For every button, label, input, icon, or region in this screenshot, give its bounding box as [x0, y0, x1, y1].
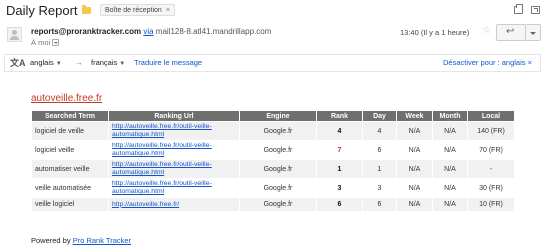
day-value: 6 [362, 140, 397, 160]
week-value: N/A [396, 140, 433, 160]
target-language-label: français [91, 58, 118, 67]
details-dropdown-icon[interactable] [52, 39, 60, 46]
day-value: 4 [362, 121, 397, 141]
target-language-select[interactable]: français ▼ [91, 58, 125, 67]
table-header-row: Searched Term Ranking Url Engine Rank Da… [31, 110, 515, 122]
recipient-line: À moi [31, 38, 60, 47]
ranking-url-link[interactable]: http://autoveille.free.fr/outil-veille-a… [112, 142, 236, 158]
inbox-label-chip[interactable]: Boîte de réception × [100, 4, 175, 16]
ranking-url-link[interactable]: http://autoveille.free.fr/outil-veille-a… [112, 123, 236, 139]
local-value: 10 (FR) [467, 197, 515, 212]
ranking-url-link[interactable]: http://autoveille.free.fr/outil-veille-a… [112, 180, 236, 196]
month-value: N/A [432, 159, 468, 179]
open-in-new-window-icon[interactable] [531, 6, 540, 14]
engine: Google.fr [239, 121, 317, 141]
month-value: N/A [432, 140, 468, 160]
rank-value: 3 [316, 178, 363, 198]
month-value: N/A [432, 121, 468, 141]
engine: Google.fr [239, 197, 317, 212]
message-header: Daily Report Boîte de réception × [0, 0, 545, 22]
translate-message-link[interactable]: Traduire le message [134, 58, 202, 67]
column-header: Searched Term [31, 110, 109, 122]
rank-value: 6 [316, 197, 363, 212]
week-value: N/A [396, 197, 433, 212]
searched-term: veille logiciel [31, 197, 109, 212]
column-header: Month [432, 110, 468, 122]
rank-value: 1 [316, 159, 363, 179]
week-value: N/A [396, 178, 433, 198]
rank-value: 4 [316, 121, 363, 141]
searched-term: veille automatisée [31, 178, 109, 198]
ranking-url-link[interactable]: http://autoveille.free.fr/outil-veille-a… [112, 161, 236, 177]
ranking-table: Searched Term Ranking Url Engine Rank Da… [31, 110, 515, 212]
message-timestamp: 13:40 (Il y a 1 heure) [400, 28, 470, 37]
local-value: 140 (FR) [467, 121, 515, 141]
source-language-select[interactable]: anglais ▼ [30, 58, 62, 67]
via-link[interactable]: via [143, 27, 153, 36]
ranking-url-link[interactable]: http://autoveille.free.fr/ [112, 201, 236, 209]
recipient-text: À moi [31, 38, 51, 47]
more-actions-button[interactable] [526, 24, 541, 41]
month-value: N/A [432, 197, 468, 212]
engine: Google.fr [239, 178, 317, 198]
ranking-url-cell: http://autoveille.free.fr/outil-veille-a… [108, 178, 240, 198]
column-header: Day [362, 110, 397, 122]
sender-email[interactable]: reports@proranktracker.com [31, 27, 141, 36]
engine: Google.fr [239, 140, 317, 160]
print-icon[interactable] [514, 4, 523, 14]
importance-folder-icon[interactable] [82, 5, 91, 14]
day-value: 6 [362, 197, 397, 212]
month-value: N/A [432, 178, 468, 198]
translate-bar: 文A anglais ▼ → français ▼ Traduire le mess… [4, 54, 541, 72]
local-value: 70 (FR) [467, 140, 515, 160]
column-header: Ranking Url [108, 110, 240, 122]
source-language-label: anglais [30, 58, 54, 67]
week-value: N/A [396, 121, 433, 141]
table-row: veille automatisée http://autoveille.fre… [31, 178, 515, 198]
sender-avatar [7, 27, 22, 42]
site-link[interactable]: autoveille.free.fr [31, 93, 102, 104]
rank-value: 7 [316, 140, 363, 160]
table-row: logiciel de veille http://autoveille.fre… [31, 121, 515, 141]
reply-icon: ↩ [506, 26, 515, 37]
relay-domain: mail128-8.atl41.mandrillapp.com [155, 27, 272, 36]
searched-term: automatiser veille [31, 159, 109, 179]
chevron-down-icon: ▼ [119, 61, 126, 67]
table-row: automatiser veille http://autoveille.fre… [31, 159, 515, 179]
powered-by-footer: Powered by Pro Rank Tracker [31, 236, 131, 245]
day-value: 1 [362, 159, 397, 179]
translate-icon: 文A [10, 58, 26, 68]
pro-rank-tracker-link[interactable]: Pro Rank Tracker [73, 236, 131, 245]
message-subject: Daily Report [6, 3, 78, 18]
sender-line: reports@proranktracker.com via mail128-8… [31, 27, 271, 36]
table-row: logiciel veille http://autoveille.free.f… [31, 140, 515, 160]
local-value: 30 (FR) [467, 178, 515, 198]
reply-button[interactable]: ↩ [496, 24, 526, 41]
ranking-url-cell: http://autoveille.free.fr/outil-veille-a… [108, 159, 240, 179]
local-value: - [467, 159, 515, 179]
column-header: Week [396, 110, 433, 122]
chevron-down-icon: ▼ [55, 61, 62, 67]
ranking-url-cell: http://autoveille.free.fr/outil-veille-a… [108, 121, 240, 141]
inbox-label-text: Boîte de réception [105, 7, 162, 14]
column-header: Local [467, 110, 515, 122]
week-value: N/A [396, 159, 433, 179]
remove-label-icon[interactable]: × [166, 7, 170, 14]
ranking-url-cell: http://autoveille.free.fr/outil-veille-a… [108, 140, 240, 160]
day-value: 3 [362, 178, 397, 198]
star-icon[interactable]: ☆ [482, 25, 491, 36]
searched-term: logiciel veille [31, 140, 109, 160]
table-row: veille logiciel http://autoveille.free.f… [31, 197, 515, 212]
engine: Google.fr [239, 159, 317, 179]
disable-translation-link[interactable]: Désactiver pour : anglais × [443, 58, 532, 67]
ranking-url-cell: http://autoveille.free.fr/ [108, 197, 240, 212]
column-header: Engine [239, 110, 317, 122]
arrow-right-icon: → [75, 58, 83, 67]
powered-by-text: Powered by [31, 236, 71, 245]
searched-term: logiciel de veille [31, 121, 109, 141]
column-header: Rank [316, 110, 363, 122]
